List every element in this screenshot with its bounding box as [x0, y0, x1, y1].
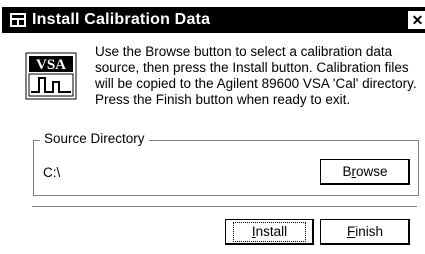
separator-line — [32, 206, 417, 208]
window-title: Install Calibration Data — [32, 11, 211, 28]
install-label-part: nstall — [255, 224, 288, 239]
focus-ring: Install — [232, 222, 307, 242]
install-calibration-dialog: Install Calibration Data ✕ VSA Use the B… — [0, 0, 425, 254]
finish-accelerator: F — [346, 224, 356, 239]
close-button[interactable]: ✕ — [408, 11, 425, 29]
browse-button[interactable]: Browse — [320, 159, 410, 185]
vsa-logo-icon: VSA — [25, 52, 77, 100]
source-directory-label: Source Directory — [40, 131, 149, 146]
source-directory-value: C:\ — [43, 165, 61, 180]
instruction-text: Use the Browse button to select a calibr… — [95, 44, 417, 107]
browse-label-part: B — [342, 164, 352, 179]
title-bar[interactable]: Install Calibration Data ✕ — [2, 7, 425, 33]
logo-text: VSA — [36, 57, 66, 73]
close-icon: ✕ — [411, 12, 424, 28]
finish-button[interactable]: Finish — [320, 219, 410, 245]
finish-label-part: inish — [355, 224, 383, 239]
installer-icon — [10, 13, 26, 27]
install-button[interactable]: Install — [225, 219, 314, 245]
browse-label-part: owse — [356, 164, 388, 179]
